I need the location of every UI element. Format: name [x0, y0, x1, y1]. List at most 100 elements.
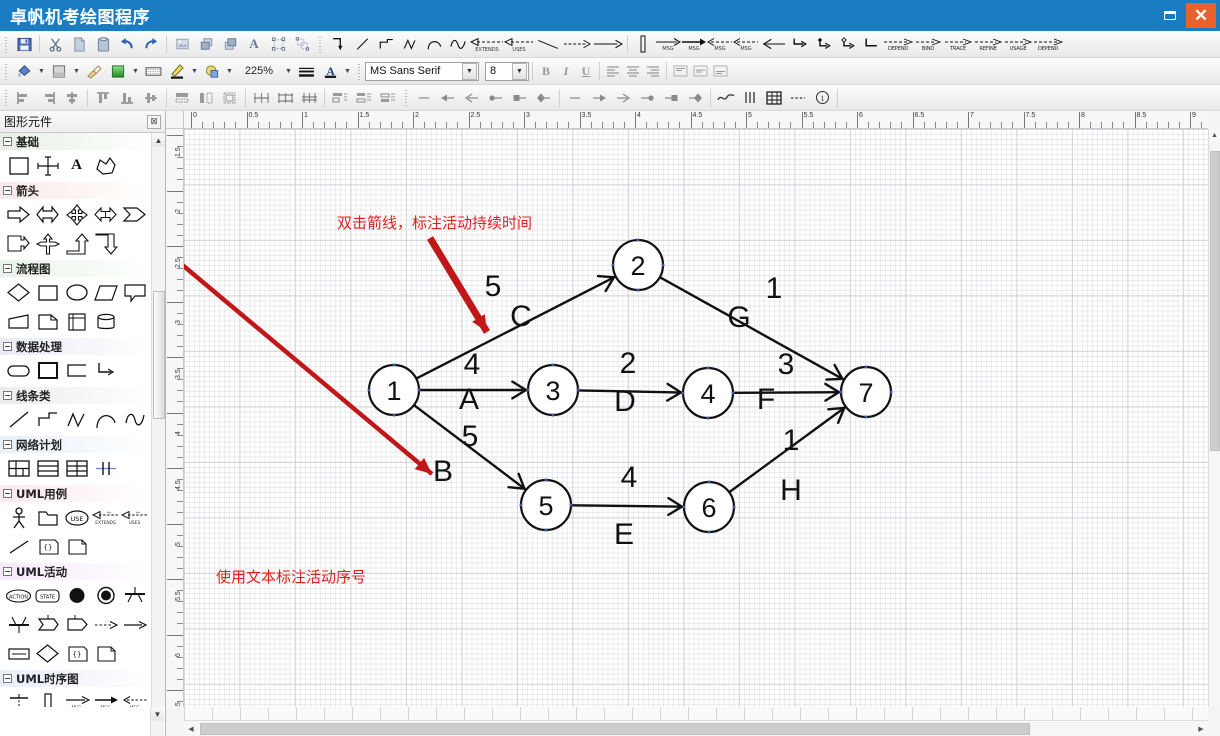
shadow-button[interactable] — [201, 61, 223, 82]
lifeline-tool[interactable] — [632, 34, 654, 55]
align-objects-center-h[interactable] — [61, 87, 83, 108]
hatch-pattern-button[interactable] — [142, 61, 164, 82]
fork-join-shape-2[interactable] — [4, 610, 33, 639]
about-button[interactable]: 1 — [811, 87, 833, 108]
note-shape[interactable] — [120, 278, 149, 307]
valign-bottom-button[interactable] — [710, 62, 730, 81]
elbow-tool-4[interactable] — [860, 34, 882, 55]
horizontal-scroll-thumb[interactable] — [200, 722, 1030, 735]
arrow-bent-down-shape[interactable] — [91, 229, 120, 258]
initial-state-shape[interactable] — [62, 581, 91, 610]
refine-tool[interactable]: REFINE — [973, 37, 1003, 52]
start-square[interactable] — [509, 87, 531, 108]
order-front-button[interactable] — [329, 87, 351, 108]
collapse-icon[interactable]: − — [3, 186, 12, 195]
annotation-text-sequence[interactable]: 使用文本标注活动序号 — [216, 566, 366, 587]
node-5[interactable]: 5 — [519, 478, 573, 532]
font-name-combo[interactable]: MS Sans Serif ▼ — [365, 61, 479, 81]
terminator-shape[interactable] — [62, 278, 91, 307]
cut-button[interactable] — [44, 34, 66, 55]
step-line-tool[interactable] — [375, 34, 397, 55]
vertical-scroll-thumb[interactable] — [1209, 151, 1220, 451]
zoom-level-value[interactable]: 225% — [235, 62, 283, 81]
msg-arrow-tool-2[interactable]: MSG — [681, 34, 707, 55]
drawing-canvas[interactable]: 4A5B5C2D4E3F1G1H1234567 双击箭线，标注活动持续时间 使用文… — [184, 129, 1208, 707]
usage-tool[interactable]: USAGE — [1003, 37, 1033, 52]
gradient-dropdown[interactable]: ▼ — [130, 62, 141, 81]
constraint-shape[interactable]: {} — [33, 532, 62, 561]
grid-toggle-button[interactable] — [763, 87, 785, 108]
palette-section-uml-usecase[interactable]: − UML用例 — [0, 485, 151, 502]
end-diamond[interactable] — [684, 87, 706, 108]
msg-return-tool-1[interactable]: MSG — [707, 34, 733, 55]
palette-section-data[interactable]: − 数据处理 — [0, 338, 151, 355]
node-2[interactable]: 2 — [611, 238, 665, 292]
distribute-horizontal-button[interactable] — [250, 87, 272, 108]
edge-activity-label[interactable]: B — [433, 455, 453, 488]
align-objects-top[interactable] — [92, 87, 114, 108]
toolbar-grip[interactable] — [3, 34, 10, 54]
end-none[interactable] — [564, 87, 586, 108]
final-state-shape[interactable] — [91, 581, 120, 610]
bold-button[interactable]: B — [536, 62, 556, 81]
order-back-button[interactable] — [377, 87, 399, 108]
node-4[interactable]: 4 — [681, 366, 735, 420]
note-shape-3[interactable] — [91, 639, 120, 668]
rounded-terminal-shape[interactable] — [4, 356, 33, 385]
edge-activity-label[interactable]: F — [757, 383, 775, 416]
same-size-button[interactable] — [219, 87, 241, 108]
plain-line-tool[interactable] — [535, 34, 561, 55]
edge-duration-label[interactable]: 4 — [621, 461, 638, 494]
fill-style-button[interactable] — [48, 61, 70, 82]
association-shape[interactable] — [4, 532, 33, 561]
undo-button[interactable] — [116, 34, 138, 55]
collapse-icon[interactable]: − — [3, 342, 12, 351]
arrow-double-horizontal-shape[interactable] — [33, 200, 62, 229]
end-filled-arrow[interactable] — [588, 87, 610, 108]
palette-section-uml-activity[interactable]: − UML活动 — [0, 563, 151, 580]
font-size-combo[interactable]: 8 ▼ — [485, 61, 529, 81]
uses-shape[interactable]: «» USES — [120, 503, 149, 532]
edge-activity-label[interactable]: A — [459, 383, 479, 416]
edge-activity-label[interactable]: E — [614, 518, 634, 551]
text-tool-button[interactable]: A — [243, 34, 265, 55]
state-shape[interactable]: STATE — [33, 581, 62, 610]
toolbar-grip[interactable] — [3, 88, 10, 107]
data-shape[interactable] — [91, 278, 120, 307]
solid-arrow-tool[interactable] — [593, 34, 623, 55]
extends-shape[interactable]: «» EXTENDS — [91, 503, 120, 532]
italic-button[interactable]: I — [556, 62, 576, 81]
start-filled-arrow[interactable] — [437, 87, 459, 108]
brush-button[interactable] — [83, 61, 105, 82]
arrow-callout-shape[interactable] — [4, 229, 33, 258]
zigzag-line-tool[interactable] — [399, 34, 421, 55]
palette-section-uml-sequence[interactable]: − UML时序图 — [0, 670, 151, 687]
rectangle-shape[interactable] — [4, 151, 33, 180]
edge-duration-label[interactable]: 3 — [778, 348, 795, 381]
scroll-left-icon[interactable]: ◀ — [184, 722, 198, 736]
arrow-double-notched-shape[interactable] — [91, 200, 120, 229]
end-square[interactable] — [660, 87, 682, 108]
msg-arrow-tool-1[interactable]: MSG — [655, 34, 681, 55]
edge-duration-label[interactable]: 2 — [620, 347, 637, 380]
transition-shape[interactable] — [120, 610, 149, 639]
collapse-icon[interactable]: − — [3, 489, 12, 498]
actor-shape[interactable] — [4, 503, 33, 532]
dashed-arrow-tool[interactable] — [563, 34, 591, 55]
same-height-button[interactable] — [195, 87, 217, 108]
collapse-icon[interactable]: − — [3, 264, 12, 273]
toolbar-grip[interactable] — [403, 88, 410, 107]
collapse-icon[interactable]: − — [3, 391, 12, 400]
end-circle[interactable] — [636, 87, 658, 108]
redo-button[interactable] — [140, 34, 162, 55]
msg-return-tool-2[interactable]: MSG — [733, 34, 759, 55]
edge-duration-label[interactable]: 1 — [783, 424, 800, 457]
network-rows-shape[interactable] — [33, 454, 62, 483]
line-color-button[interactable] — [166, 61, 188, 82]
palette-section-flowchart[interactable]: − 流程图 — [0, 260, 151, 277]
copy-button[interactable] — [68, 34, 90, 55]
elbow-tool-3[interactable] — [836, 34, 858, 55]
flow-corner-shape[interactable] — [91, 356, 120, 385]
package-shape[interactable] — [33, 503, 62, 532]
fork-join-shape-1[interactable] — [120, 581, 149, 610]
